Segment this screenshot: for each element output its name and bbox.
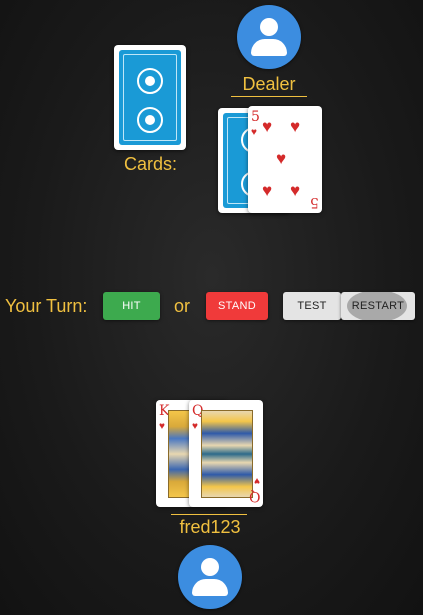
- player-name: fred123: [179, 517, 241, 537]
- person-icon-body: [251, 39, 287, 56]
- dealer-name: Dealer: [242, 74, 296, 94]
- or-label: or: [174, 296, 191, 316]
- heart-icon: ♥: [290, 117, 301, 136]
- test-button[interactable]: TEST: [283, 292, 341, 320]
- heart-icon: ♥: [192, 421, 198, 432]
- restart-label: RESTART: [351, 300, 405, 312]
- restart-button[interactable]: RESTART: [341, 292, 415, 320]
- heart-icon: ♥: [262, 181, 273, 200]
- heart-icon: ♥: [251, 127, 257, 138]
- spade-emblem-icon: [137, 68, 163, 94]
- queen-court-art: [201, 410, 253, 498]
- person-icon-body: [192, 579, 228, 596]
- heart-icon: ♥: [159, 421, 165, 432]
- hit-button[interactable]: HIT: [103, 292, 160, 320]
- deck-card-back[interactable]: [114, 45, 186, 150]
- heart-icon: ♥: [254, 475, 260, 486]
- stand-button[interactable]: STAND: [206, 292, 268, 320]
- heart-icon: ♥: [262, 117, 273, 136]
- card-rank: 5: [251, 109, 260, 125]
- turn-label: Your Turn:: [5, 296, 88, 316]
- dealer-face-card: 5 ♥ ♥ ♥ ♥ ♥ ♥ 5: [248, 106, 322, 213]
- spade-emblem-icon: [137, 107, 163, 133]
- card-rank: Q: [248, 488, 260, 504]
- player-name-underline: [171, 514, 247, 515]
- person-icon-head: [260, 18, 278, 36]
- player-card-queen: Q ♥ Q ♥: [189, 400, 263, 507]
- card-rank: 5: [310, 194, 319, 210]
- person-icon-head: [201, 558, 219, 576]
- heart-icon: ♥: [276, 149, 287, 168]
- heart-icon: ♥: [290, 181, 301, 200]
- player-avatar: [178, 545, 242, 609]
- dealer-avatar: [237, 5, 301, 69]
- cards-label: Cards:: [124, 154, 178, 174]
- dealer-name-underline: [231, 96, 307, 97]
